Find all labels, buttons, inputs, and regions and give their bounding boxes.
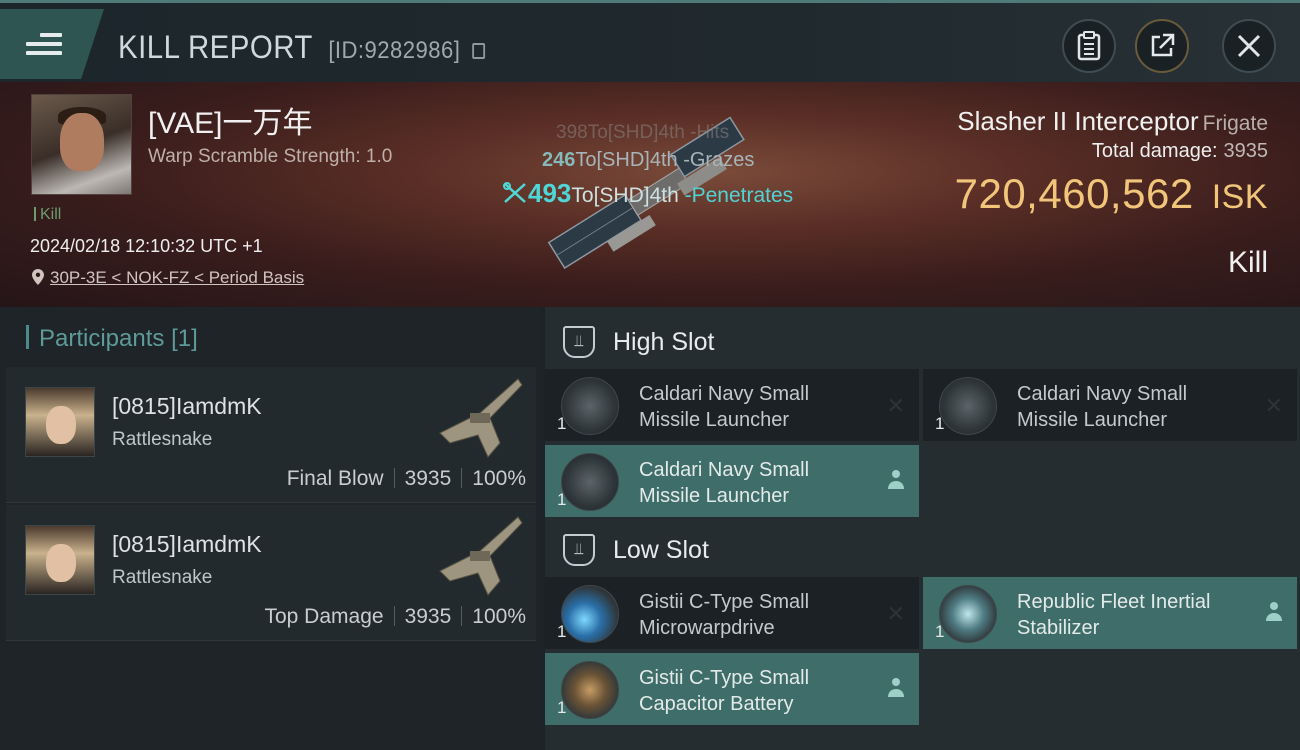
module-item[interactable]: 1 Republic Fleet Inertial Stabilizer (923, 577, 1297, 649)
close-icon (1237, 34, 1261, 58)
kill-location[interactable]: 30P-3E < NOK-FZ < Period Basis (32, 268, 304, 288)
module-name: Caldari Navy Small Missile Launcher (639, 383, 810, 431)
microwarpdrive-icon (561, 585, 619, 643)
destroyed-icon: ✕ (1264, 393, 1283, 418)
participant-ship-image (439, 516, 523, 596)
participants-panel: Participants [1] [0815]IamdmK Rattlesnak… (0, 307, 540, 750)
participant-card[interactable]: [0815]IamdmK Rattlesnake Top Damage 3935 1… (6, 505, 536, 641)
page-title: KILL REPORT [ID:9282986] (118, 29, 486, 66)
kill-result: Kill (1227, 246, 1268, 279)
hamburger-icon (26, 28, 62, 60)
clipboard-button[interactable] (1062, 19, 1116, 73)
participant-stats: Top Damage 3935 100% (264, 605, 526, 628)
participant-card[interactable]: [0815]IamdmK Rattlesnake Final Blow 3935 1… (6, 367, 536, 503)
participant-ship-image (439, 378, 523, 458)
damage-feed-penetrates: 493To[SHD]4th -Penetrates (502, 178, 793, 209)
participant-ship: Rattlesnake (112, 567, 213, 588)
ship-class: Frigate (1202, 112, 1268, 135)
person-icon (887, 677, 905, 703)
module-qty: 1 (935, 414, 945, 433)
module-qty: 1 (557, 698, 567, 717)
clipboard-icon (1077, 31, 1101, 61)
participant-stats: Final Blow 3935 100% (286, 467, 526, 490)
copy-id-icon[interactable] (472, 43, 486, 59)
fitting-panel: ⫫ High Slot 1 Caldari Navy Small Missile … (545, 307, 1300, 750)
module-name: Caldari Navy Small Missile Launcher (639, 459, 810, 507)
participant-avatar[interactable] (25, 525, 95, 595)
module-name: Gistii C-Type Small Microwarpdrive (639, 591, 810, 639)
participant-name: [0815]IamdmK (112, 531, 262, 557)
inertial-stabilizer-icon (939, 585, 997, 643)
low-slot-label: Low Slot (613, 535, 709, 564)
warp-scramble-strength: Warp Scramble Strength: 1.0 (148, 146, 393, 167)
victim-ship-name[interactable]: Slasher II Interceptor Frigate (957, 106, 1268, 137)
module-item[interactable]: 1 Gistii C-Type Small Capacitor Battery (545, 653, 919, 725)
kill-datetime: 2024/02/18 12:10:32 UTC +1 (30, 236, 263, 256)
capacitor-battery-icon (561, 661, 619, 719)
person-icon (887, 469, 905, 495)
low-slot-header: ⫫ Low Slot (545, 517, 1300, 583)
isk-unit: ISK (1211, 178, 1268, 216)
header-bar: KILL REPORT [ID:9282986] (0, 0, 1300, 82)
share-icon (1151, 33, 1175, 57)
victim-pilot-name[interactable]: [VAE]一万年 (148, 98, 312, 142)
module-item[interactable]: 1 Caldari Navy Small Missile Launcher (545, 445, 919, 517)
participant-name: [0815]IamdmK (112, 393, 262, 419)
missile-launcher-icon (939, 377, 997, 435)
kill-tag: Kill (34, 206, 61, 224)
crossed-weapon-icon (503, 182, 526, 203)
missile-launcher-icon (561, 453, 619, 511)
location-link[interactable]: 30P-3E < NOK-FZ < Period Basis (50, 268, 304, 287)
module-name: Caldari Navy Small Missile Launcher (1017, 383, 1188, 431)
module-qty: 1 (935, 622, 945, 641)
destroyed-icon: ✕ (886, 601, 905, 626)
module-item[interactable]: 1 Gistii C-Type Small Microwarpdrive ✕ (545, 577, 919, 649)
damage-feed-grazes: 246To[SHD]4th -Grazes (542, 149, 755, 171)
module-qty: 1 (557, 490, 567, 509)
module-name: Republic Fleet Inertial Stabilizer (1017, 591, 1211, 639)
total-damage: Total damage: 3935 (1091, 140, 1268, 162)
participant-avatar[interactable] (25, 387, 95, 457)
module-qty: 1 (557, 622, 567, 641)
menu-button[interactable] (0, 9, 104, 79)
high-slot-header: ⫫ High Slot (545, 309, 1300, 375)
isk-value: 720,460,562 ISK (954, 170, 1268, 217)
report-id: [ID:9282986] (328, 37, 461, 64)
destroyed-icon: ✕ (886, 393, 905, 418)
person-icon (1265, 601, 1283, 627)
missile-launcher-icon (561, 377, 619, 435)
high-slot-icon: ⫫ (563, 326, 595, 358)
location-pin-icon (32, 269, 44, 285)
kill-report-window: KILL REPORT [ID:9282986] [VAE]一万年 Warp S… (0, 0, 1300, 750)
close-button[interactable] (1222, 19, 1276, 73)
high-slot-label: High Slot (613, 327, 715, 356)
participant-ship: Rattlesnake (112, 429, 213, 450)
share-button[interactable] (1135, 19, 1189, 73)
module-qty: 1 (557, 414, 567, 433)
module-item[interactable]: 1 Caldari Navy Small Missile Launcher ✕ (545, 369, 919, 441)
module-name: Gistii C-Type Small Capacitor Battery (639, 667, 810, 715)
damage-feed-hits: 398To[SHD]4th -Hits (556, 122, 730, 143)
victim-banner: [VAE]一万年 Warp Scramble Strength: 1.0 Kil… (0, 82, 1300, 307)
low-slot-icon: ⫫ (563, 534, 595, 566)
victim-avatar[interactable] (31, 94, 132, 195)
participants-header: Participants [1] (26, 325, 198, 353)
title-text: KILL REPORT (118, 29, 313, 65)
module-item[interactable]: 1 Caldari Navy Small Missile Launcher ✕ (923, 369, 1297, 441)
